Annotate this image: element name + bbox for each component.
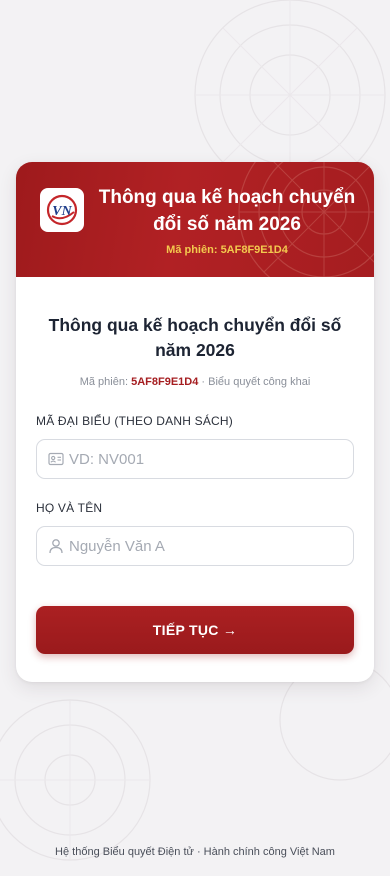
session-code: 5AF8F9E1D4 (131, 376, 199, 388)
logo-text: VN (52, 204, 72, 219)
header-session-label: Mã phiên: (166, 244, 218, 256)
vote-type: · Biểu quyết công khai (201, 376, 311, 388)
user-icon (48, 538, 64, 554)
delegate-code-label: MÃ ĐẠI BIỂU (THEO DANH SÁCH) (36, 414, 233, 428)
delegate-code-field[interactable] (36, 439, 354, 479)
continue-button[interactable]: TIẾP TỤC → (36, 606, 354, 654)
card-header: VN Thông qua kế hoạch chuyển đổi số năm … (16, 162, 374, 277)
delegate-code-input[interactable] (69, 450, 329, 468)
header-title: Thông qua kế hoạch chuyển đổi số năm 202… (98, 187, 356, 235)
page-title: Thông qua kế hoạch chuyển đổi số năm 202… (48, 315, 342, 360)
login-card: VN Thông qua kế hoạch chuyển đổi số năm … (16, 162, 374, 682)
vn-logo-icon: VN (46, 194, 78, 226)
header-session-code: 5AF8F9E1D4 (220, 244, 288, 256)
full-name-input[interactable] (69, 537, 329, 555)
card-body: Thông qua kế hoạch chuyển đổi số năm 202… (16, 313, 374, 654)
footer-text: Hệ thống Biểu quyết Điện tử · Hành chính… (55, 846, 335, 858)
full-name-field[interactable] (36, 526, 354, 566)
session-info: Mã phiên: 5AF8F9E1D4 · Biểu quyết công k… (36, 376, 354, 388)
session-label: Mã phiên: (79, 376, 129, 388)
id-card-icon (48, 451, 64, 467)
header-session: Mã phiên: 5AF8F9E1D4 (94, 244, 360, 256)
app-logo: VN (40, 188, 84, 232)
full-name-label: HỌ VÀ TÊN (36, 501, 103, 515)
